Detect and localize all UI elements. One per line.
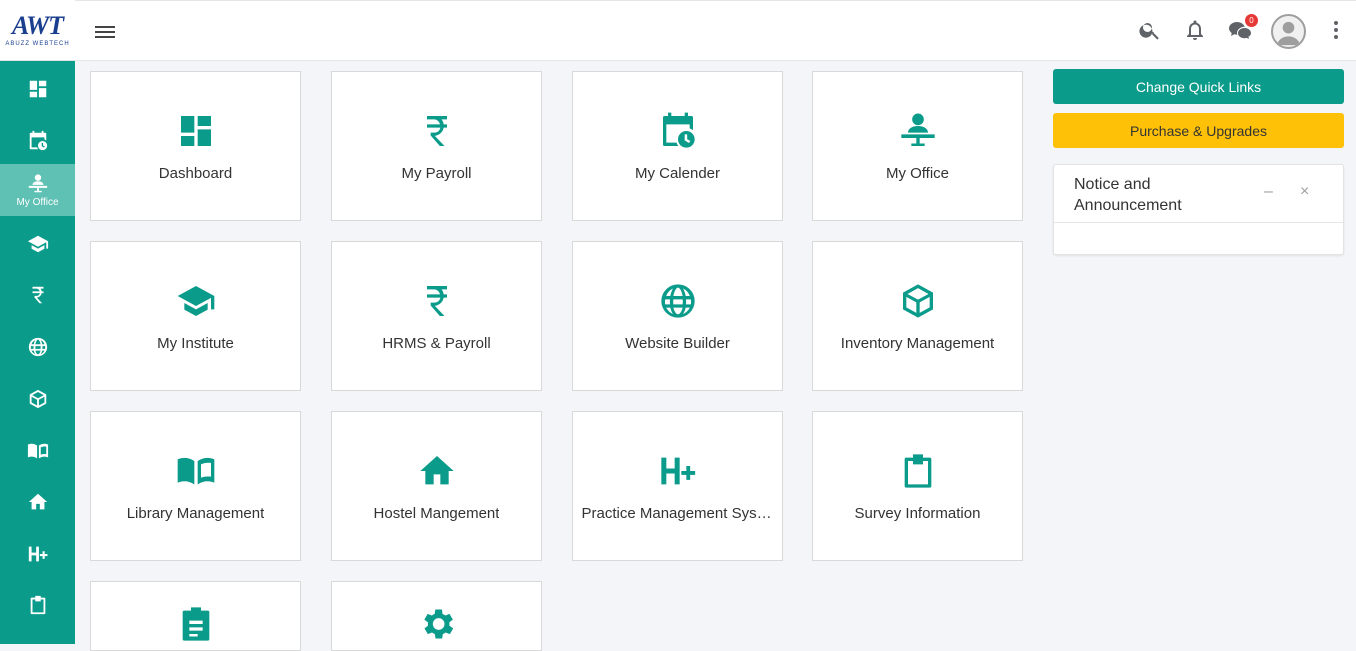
office-desk-icon: [28, 173, 47, 192]
module-title: Inventory Management: [840, 334, 995, 352]
module-title: My Office: [885, 164, 950, 182]
module-card-my-payroll[interactable]: My Payroll: [331, 71, 542, 221]
module-card-library-management[interactable]: Library Management: [90, 411, 301, 561]
gear-icon: [423, 609, 453, 639]
notice-panel: Notice and Announcement – ×: [1053, 164, 1344, 255]
clipboard-icon: [904, 453, 931, 488]
clipboard-icon: [30, 595, 45, 615]
module-title: Library Management: [126, 504, 265, 522]
module-card-inventory-management[interactable]: Inventory Management: [812, 241, 1023, 391]
book-open-icon: [27, 443, 48, 459]
globe-icon: [28, 337, 47, 357]
sidebar-item-library[interactable]: [0, 425, 75, 477]
sidebar-item-payroll[interactable]: [0, 269, 75, 321]
sidebar-item-my-office[interactable]: My Office: [0, 164, 75, 216]
graduation-cap-icon: [177, 285, 214, 316]
top-bar: 0: [75, 0, 1356, 61]
module-title: Hostel Mangement: [373, 504, 500, 522]
clipboard-list-icon: [182, 607, 209, 641]
calendar-clock-icon: [29, 130, 47, 151]
module-card-practice-management[interactable]: Practice Management System: [572, 411, 783, 561]
module-card-my-office[interactable]: My Office: [812, 71, 1023, 221]
module-card-dashboard[interactable]: Dashboard: [90, 71, 301, 221]
module-title: My Calender: [634, 164, 721, 182]
bell-icon: [1187, 20, 1203, 40]
chat-badge: 0: [1245, 14, 1258, 27]
chat-button[interactable]: 0: [1228, 14, 1258, 44]
home-icon: [419, 455, 454, 484]
module-card-settings[interactable]: [331, 581, 542, 651]
module-title: Dashboard: [158, 164, 233, 182]
menu-toggle-button[interactable]: [95, 23, 117, 41]
home-icon: [28, 493, 47, 510]
rupee-icon: [32, 286, 43, 304]
sidebar: AWT ABUZZ WEBTECH My Office: [0, 0, 75, 644]
module-card-survey-information[interactable]: Survey Information: [812, 411, 1023, 561]
search-button[interactable]: [1138, 18, 1164, 44]
module-card-hostel-mangement[interactable]: Hostel Mangement: [331, 411, 542, 561]
box-icon: [29, 389, 46, 409]
close-icon[interactable]: ×: [1300, 183, 1309, 201]
box-icon: [902, 283, 933, 318]
notice-panel-title: Notice and Announcement: [1074, 176, 1182, 214]
module-title: My Institute: [157, 334, 234, 352]
more-vert-icon: [1334, 21, 1338, 39]
logo-mark: AWT: [12, 11, 64, 40]
hospital-plus-icon: [28, 546, 47, 562]
globe-icon: [660, 283, 695, 318]
hospital-plus-icon: [660, 457, 695, 484]
sidebar-item-dashboard[interactable]: [0, 63, 75, 115]
module-card-website-builder[interactable]: Website Builder: [572, 241, 783, 391]
sidebar-item-inventory[interactable]: [0, 373, 75, 425]
hamburger-icon: [95, 26, 115, 38]
search-icon: [1139, 23, 1159, 40]
module-title: My Payroll: [401, 164, 472, 182]
office-desk-icon: [900, 113, 935, 146]
change-quick-links-button[interactable]: Change Quick Links: [1053, 69, 1344, 104]
module-card-my-institute[interactable]: My Institute: [90, 241, 301, 391]
sidebar-item-hostel[interactable]: [0, 476, 75, 528]
book-open-icon: [177, 457, 214, 484]
rupee-icon: [426, 285, 447, 316]
sidebar-item-calendar[interactable]: [0, 115, 75, 167]
dashboard-icon: [29, 80, 46, 98]
user-avatar[interactable]: [1271, 14, 1306, 49]
module-card-hrms-payroll[interactable]: HRMS & Payroll: [331, 241, 542, 391]
dashboard-icon: [180, 115, 211, 146]
sidebar-item-survey[interactable]: [0, 579, 75, 631]
rupee-icon: [426, 115, 447, 146]
module-title: Website Builder: [625, 334, 730, 352]
module-title: Practice Management System: [581, 504, 774, 522]
minimize-icon[interactable]: –: [1264, 183, 1273, 201]
graduation-cap-icon: [27, 235, 48, 253]
calendar-clock-icon: [662, 112, 695, 148]
more-options-button[interactable]: [1324, 18, 1350, 44]
company-logo[interactable]: AWT ABUZZ WEBTECH: [0, 0, 75, 61]
module-title: Survey Information: [854, 504, 981, 522]
user-icon: [1276, 21, 1301, 46]
purchase-upgrades-button[interactable]: Purchase & Upgrades: [1053, 113, 1344, 148]
sidebar-item-practice[interactable]: [0, 528, 75, 580]
module-card-my-calender[interactable]: My Calender: [572, 71, 783, 221]
module-card-clipboard-list[interactable]: [90, 581, 301, 651]
notice-panel-header: Notice and Announcement – ×: [1054, 165, 1343, 223]
sidebar-item-label: My Office: [16, 196, 59, 208]
logo-subtitle: ABUZZ WEBTECH: [5, 41, 70, 47]
module-title: HRMS & Payroll: [382, 334, 491, 352]
sidebar-item-website[interactable]: [0, 321, 75, 373]
sidebar-item-institute[interactable]: [0, 218, 75, 270]
notifications-button[interactable]: [1183, 18, 1209, 44]
